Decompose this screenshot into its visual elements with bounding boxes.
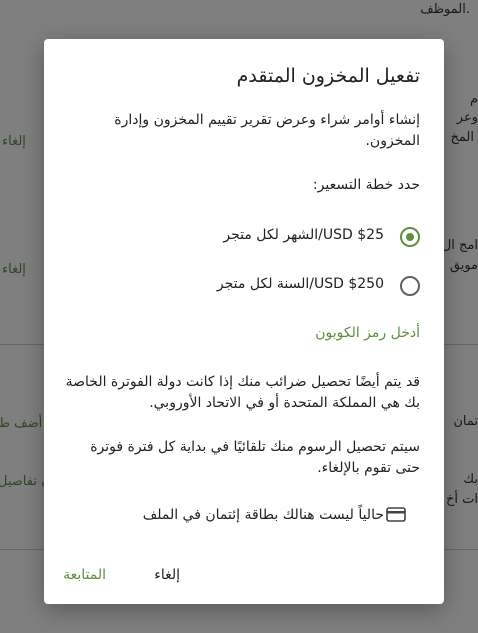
dialog-description: إنشاء أوامر شراء وعرض تقرير تقييم المخزو… bbox=[114, 112, 420, 149]
plan-option-yearly[interactable]: USD $250/السنة لكل متجر bbox=[68, 274, 420, 298]
activate-advanced-inventory-dialog: تفعيل المخزون المتقدم إنشاء أوامر شراء و… bbox=[44, 39, 444, 604]
plan-option-label: USD $25/الشهر لكل متجر bbox=[223, 227, 384, 243]
credit-card-icon bbox=[386, 507, 406, 522]
continue-button[interactable]: المتابعة bbox=[63, 567, 106, 583]
cancel-button[interactable]: إلغاء bbox=[154, 567, 180, 583]
enter-coupon-link[interactable]: أدخل رمز الكوبون bbox=[315, 325, 420, 341]
plan-option-label: USD $250/السنة لكل متجر bbox=[216, 276, 384, 292]
pricing-plan-label: حدد خطة التسعير: bbox=[312, 177, 420, 193]
radio-button-selected[interactable] bbox=[400, 227, 420, 247]
tax-note: قد يتم أيضًا تحصيل ضرائب منك إذا كانت دو… bbox=[65, 374, 420, 411]
credit-card-status-text: حالياً ليست هنالك بطاقة إئتمان في الملف bbox=[142, 507, 384, 523]
plan-option-monthly[interactable]: USD $25/الشهر لكل متجر bbox=[68, 225, 420, 249]
billing-note: سيتم تحصيل الرسوم منك تلقائيًا في بداية … bbox=[90, 439, 420, 476]
radio-button[interactable] bbox=[400, 276, 420, 296]
dialog-title: تفعيل المخزون المتقدم bbox=[236, 65, 420, 87]
